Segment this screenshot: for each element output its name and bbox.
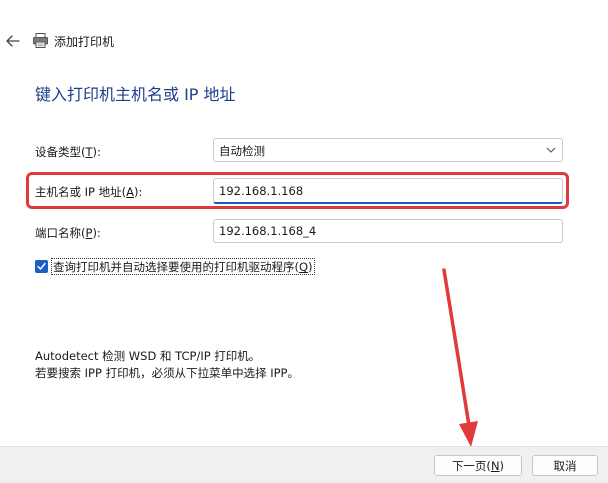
back-arrow-icon (6, 35, 20, 47)
footer-bar: 下一页(N) 取消 (0, 446, 608, 483)
cancel-button[interactable]: 取消 (532, 455, 598, 476)
query-checkbox-label[interactable]: 查询打印机并自动选择要使用的打印机驱动程序(Q) (51, 258, 315, 275)
query-checkbox[interactable] (35, 260, 48, 273)
info-line-2: 若要搜索 IPP 打印机，必须从下拉菜单中选择 IPP。 (35, 366, 299, 380)
info-line-1: Autodetect 检测 WSD 和 TCP/IP 打印机。 (35, 349, 261, 363)
host-label: 主机名或 IP 地址(A): (35, 185, 143, 199)
next-button[interactable]: 下一页(N) (434, 455, 522, 476)
checkmark-icon (37, 262, 46, 270)
window-title: 添加打印机 (54, 35, 115, 49)
chevron-down-icon (546, 147, 556, 153)
host-input[interactable] (213, 178, 563, 204)
port-input[interactable] (213, 219, 563, 243)
page-heading: 键入打印机主机名或 IP 地址 (35, 85, 236, 104)
device-type-select[interactable]: 自动检测 (213, 138, 563, 162)
printer-icon (32, 32, 49, 49)
device-type-value: 自动检测 (219, 144, 265, 158)
port-label: 端口名称(P): (35, 226, 101, 240)
device-type-label: 设备类型(T): (35, 145, 101, 159)
back-button[interactable] (4, 31, 22, 51)
